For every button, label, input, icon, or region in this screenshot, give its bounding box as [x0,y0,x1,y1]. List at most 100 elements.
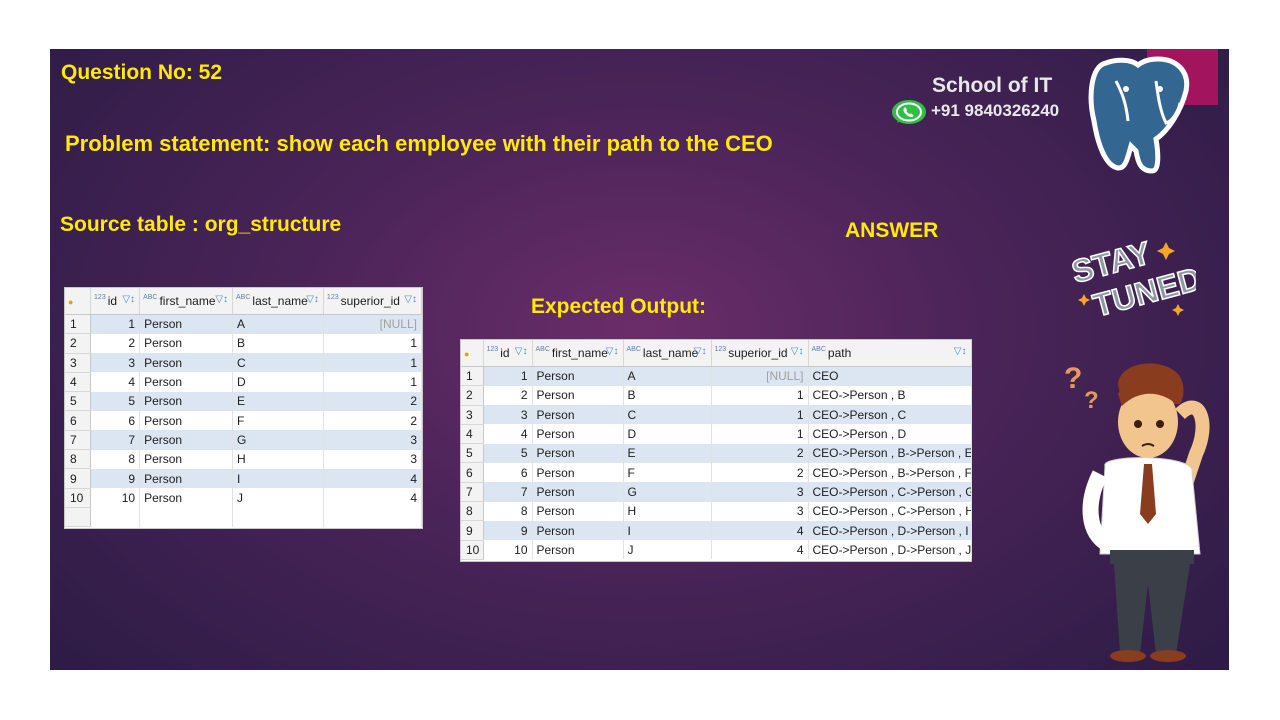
table-cell: G [232,430,324,450]
table-cell: Person [532,501,624,521]
table-cell: 3 [323,430,423,450]
table-row[interactable]: 2 2 Person B 1 CEO->Person , B [461,385,972,406]
row-number-cell: 7 [65,430,92,451]
table-cell: [NULL] [323,314,423,334]
table-cell: CEO->Person , C->Person , H [808,501,972,521]
table-cell: Person [532,405,624,425]
brand-name: School of IT [932,74,1053,97]
column-header-label: first_name [159,294,216,308]
row-number-header: ● [461,340,484,367]
table-cell: Person [532,366,624,386]
table-cell: Person [139,353,234,373]
table-row[interactable]: 9 9 Person I 4 [65,468,423,489]
column-header-last_name[interactable]: ABC last_name ▽↕ [623,340,712,367]
table-row[interactable]: 3 3 Person C 1 CEO->Person , C [461,405,972,425]
column-header-first_name[interactable]: ABC first_name ▽↕ [139,288,234,315]
filter-sort-icon[interactable]: ▽↕ [515,346,528,357]
table-row[interactable]: 9 9 Person I 4 CEO->Person , D->Person , I [461,520,972,541]
filter-sort-icon[interactable]: ▽↕ [606,346,619,357]
table-row[interactable]: 3 3 Person C 1 [65,353,423,373]
row-number-cell: 10 [461,540,484,560]
table-cell: Person [139,449,234,469]
row-number-cell: 9 [461,520,484,541]
table-cell: CEO [808,366,972,386]
table-row[interactable]: 7 7 Person G 3 [65,430,423,451]
row-number-cell: 6 [461,462,484,483]
column-type-icon: 123 [714,346,727,353]
table-cell: Person [532,443,624,463]
table-cell: 7 [90,430,141,450]
column-header-first_name[interactable]: ABC first_name ▽↕ [532,340,624,367]
table-cell: 2 [711,443,809,463]
filter-sort-icon[interactable]: ▽↕ [215,294,228,305]
table-row[interactable]: 1 1 Person A [NULL] CEO [461,366,972,387]
empty-cell [90,507,141,527]
column-header-superior_id[interactable]: 123 superior_id ▽↕ [323,288,423,315]
column-type-icon: ABC [811,346,826,353]
column-header-superior_id[interactable]: 123 superior_id ▽↕ [711,340,809,367]
filter-sort-icon[interactable]: ▽↕ [954,346,967,357]
column-header-label: last_name [642,346,699,360]
table-row[interactable]: 7 7 Person G 3 CEO->Person , C->Person , G [461,482,972,503]
table-row[interactable]: 8 8 Person H 3 [65,449,423,470]
table-cell: 1 [323,372,423,392]
table-cell: 10 [483,540,533,560]
row-number-cell: 1 [461,366,484,387]
table-cell: F [232,410,324,431]
table-row[interactable]: 10 10 Person J 4 CEO->Person , D->Person , J [461,540,972,560]
table-cell: Person [139,372,234,392]
column-header-id[interactable]: 123 id ▽↕ [483,340,533,367]
table-cell: Person [139,391,234,411]
column-header-path[interactable]: ABC path ▽↕ [808,340,972,367]
table-cell: CEO->Person , D->Person , J [808,540,972,560]
source-table-label: Source table : org_structure [60,213,342,236]
empty-cell [139,507,234,527]
row-number-cell: 3 [461,405,484,425]
table-cell: Person [139,430,234,450]
table-cell: 5 [483,443,533,463]
table-row[interactable]: 2 2 Person B 1 [65,333,423,354]
filter-sort-icon[interactable]: ▽↕ [122,294,135,305]
table-cell: 1 [711,405,809,425]
table-row[interactable]: 1 1 Person A [NULL] [65,314,423,335]
table-cell: 4 [711,540,809,560]
table-cell: 7 [483,482,533,502]
table-cell: 4 [483,424,533,444]
table-cell: 2 [323,391,423,411]
table-row[interactable]: 4 4 Person D 1 [65,372,423,393]
column-header-label: first_name [551,346,608,360]
table-cell: A [623,366,712,386]
table-cell: 1 [483,366,533,386]
table-row[interactable]: 5 5 Person E 2 [65,391,423,412]
table-cell: Person [139,410,234,431]
column-header-id[interactable]: 123 id ▽↕ [90,288,141,315]
table-cell: CEO->Person , B->Person , E [808,443,972,463]
output-table: ● 123 id ▽↕ ABC first_name ▽↕ ABC last_name ▽↕ 123… [460,339,972,562]
column-type-icon: 123 [486,346,499,353]
column-header-last_name[interactable]: ABC last_name ▽↕ [232,288,324,315]
table-row[interactable]: 8 8 Person H 3 CEO->Person , C->Person , H [461,501,972,522]
table-row[interactable]: 4 4 Person D 1 CEO->Person , D [461,424,972,445]
table-cell: Person [139,333,234,354]
row-number-cell: 4 [461,424,484,445]
table-row[interactable]: 6 6 Person F 2 [65,410,423,431]
table-cell: A [232,314,324,334]
row-number-cell: 3 [65,353,92,373]
filter-sort-icon[interactable]: ▽↕ [404,294,417,305]
table-row[interactable]: 5 5 Person E 2 CEO->Person , B->Person , E [461,443,972,464]
row-number-cell: 4 [65,372,92,393]
table-cell: D [623,424,712,444]
filter-sort-icon[interactable]: ▽↕ [791,346,804,357]
filter-sort-icon[interactable]: ▽↕ [306,294,319,305]
table-cell: CEO->Person , D [808,424,972,444]
brand-phone: +91 9840326240 [931,101,1060,120]
table-cell: CEO->Person , C [808,405,972,425]
table-row[interactable]: 6 6 Person F 2 CEO->Person , B->Person , F [461,462,972,483]
table-cell: 8 [90,449,141,469]
table-row[interactable]: 10 10 Person J 4 [65,488,423,508]
table-cell: 3 [323,449,423,469]
filter-sort-icon[interactable]: ▽↕ [694,346,707,357]
column-header-label: superior_id [728,346,788,360]
row-number-cell: 2 [461,385,484,406]
table-cell: F [623,462,712,483]
